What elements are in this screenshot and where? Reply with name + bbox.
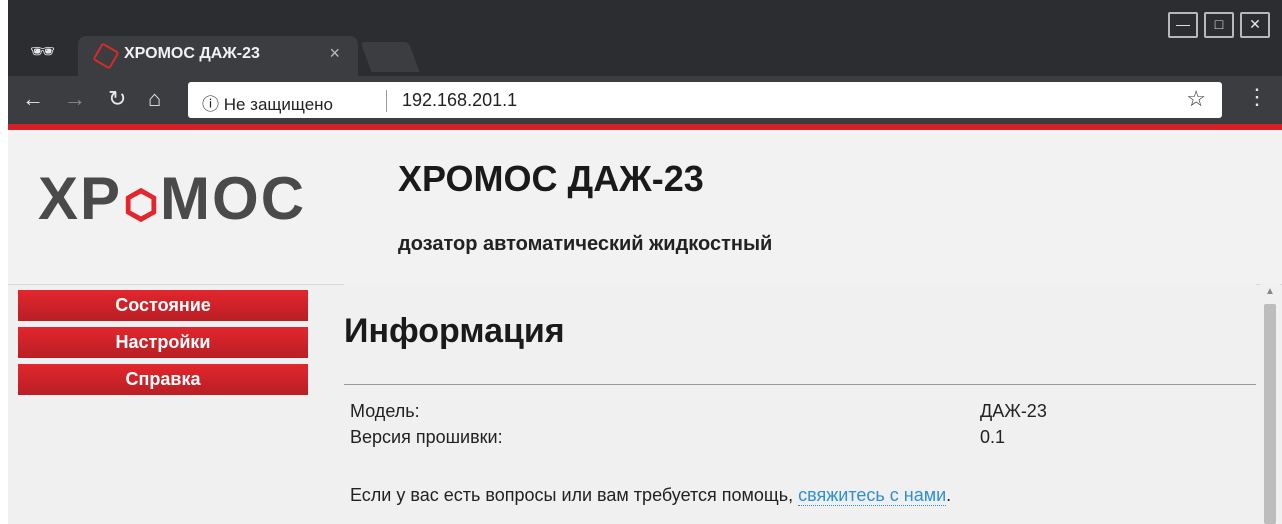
new-tab-button[interactable] — [360, 42, 420, 72]
tab-close-icon[interactable]: × — [329, 43, 340, 64]
favicon-icon — [92, 42, 120, 70]
page-title: ХРОМОС ДАЖ-23 — [398, 158, 704, 199]
model-label: Модель: — [350, 401, 420, 421]
help-suffix: . — [946, 485, 952, 505]
content-heading: Информация — [344, 312, 565, 350]
model-value: ДАЖ-23 — [980, 401, 1047, 421]
firmware-label: Версия прошивки: — [350, 427, 503, 447]
back-icon[interactable]: ← — [22, 84, 44, 114]
browser-menu-icon[interactable]: ⋮ — [1246, 84, 1268, 110]
logo-text-right: МОС — [160, 165, 307, 232]
close-window-button[interactable]: ✕ — [1240, 12, 1270, 38]
web-page: ХР МОС ХРОМОС ДАЖ-23 дозатор автоматичес… — [8, 130, 1282, 524]
tab-bar: 🕶 ХРОМОС ДАЖ-23 × — □ ✕ — [8, 0, 1282, 76]
minimize-button[interactable]: — — [1168, 12, 1198, 38]
sidebar-item-status[interactable]: Состояние — [18, 290, 308, 321]
firmware-value: 0.1 — [980, 427, 1006, 447]
sidebar-menu: Состояние Настройки Справка — [18, 290, 308, 401]
browser-tab[interactable]: ХРОМОС ДАЖ-23 × — [78, 36, 358, 76]
scroll-up-icon[interactable]: ▲ — [1265, 286, 1275, 297]
incognito-icon: 🕶 — [30, 41, 56, 63]
logo-text-left: ХР — [38, 165, 123, 232]
main-content: Информация Модель: ДАЖ-23 Версия прошивк… — [344, 284, 1256, 524]
tab-strip: 🕶 ХРОМОС ДАЖ-23 × — □ ✕ — [0, 0, 1282, 76]
page-scrollbar[interactable]: ▲ — [1260, 284, 1280, 524]
security-label[interactable]: ⓘ Не защищено — [202, 90, 333, 115]
forward-icon[interactable]: → — [64, 84, 86, 114]
bookmark-star-icon[interactable]: ☆ — [1186, 86, 1206, 112]
scroll-thumb[interactable] — [1264, 304, 1276, 524]
tab-title: ХРОМОС ДАЖ-23 — [124, 45, 260, 62]
logo-hexagon-icon — [125, 187, 157, 223]
address-separator — [386, 90, 387, 112]
window-controls: — □ ✕ — [1168, 12, 1270, 38]
divider — [344, 384, 1256, 385]
reload-icon[interactable]: ↻ — [108, 84, 126, 114]
help-prefix: Если у вас есть вопросы или вам требуетс… — [350, 485, 799, 505]
sidebar-item-help[interactable]: Справка — [18, 364, 308, 395]
browser-chrome: 🕶 ХРОМОС ДАЖ-23 × — □ ✕ ← → ↻ ⌂ ⓘ Не защ… — [0, 0, 1282, 132]
contact-link[interactable]: свяжитесь с нами — [798, 485, 947, 506]
page-subtitle: дозатор автоматический жидкостный — [398, 233, 773, 255]
help-text: Если у вас есть вопросы или вам требуетс… — [350, 485, 951, 506]
home-icon[interactable]: ⌂ — [148, 84, 161, 114]
url-text[interactable]: 192.168.201.1 — [402, 90, 517, 111]
site-logo: ХР МОС — [38, 164, 306, 233]
maximize-button[interactable]: □ — [1204, 12, 1234, 38]
sidebar-item-settings[interactable]: Настройки — [18, 327, 308, 358]
address-bar[interactable]: ⓘ Не защищено 192.168.201.1 ☆ — [188, 82, 1222, 118]
browser-toolbar: ← → ↻ ⌂ ⓘ Не защищено 192.168.201.1 ☆ ⋮ — [8, 76, 1282, 124]
site-header: ХР МОС ХРОМОС ДАЖ-23 дозатор автоматичес… — [8, 130, 1282, 285]
